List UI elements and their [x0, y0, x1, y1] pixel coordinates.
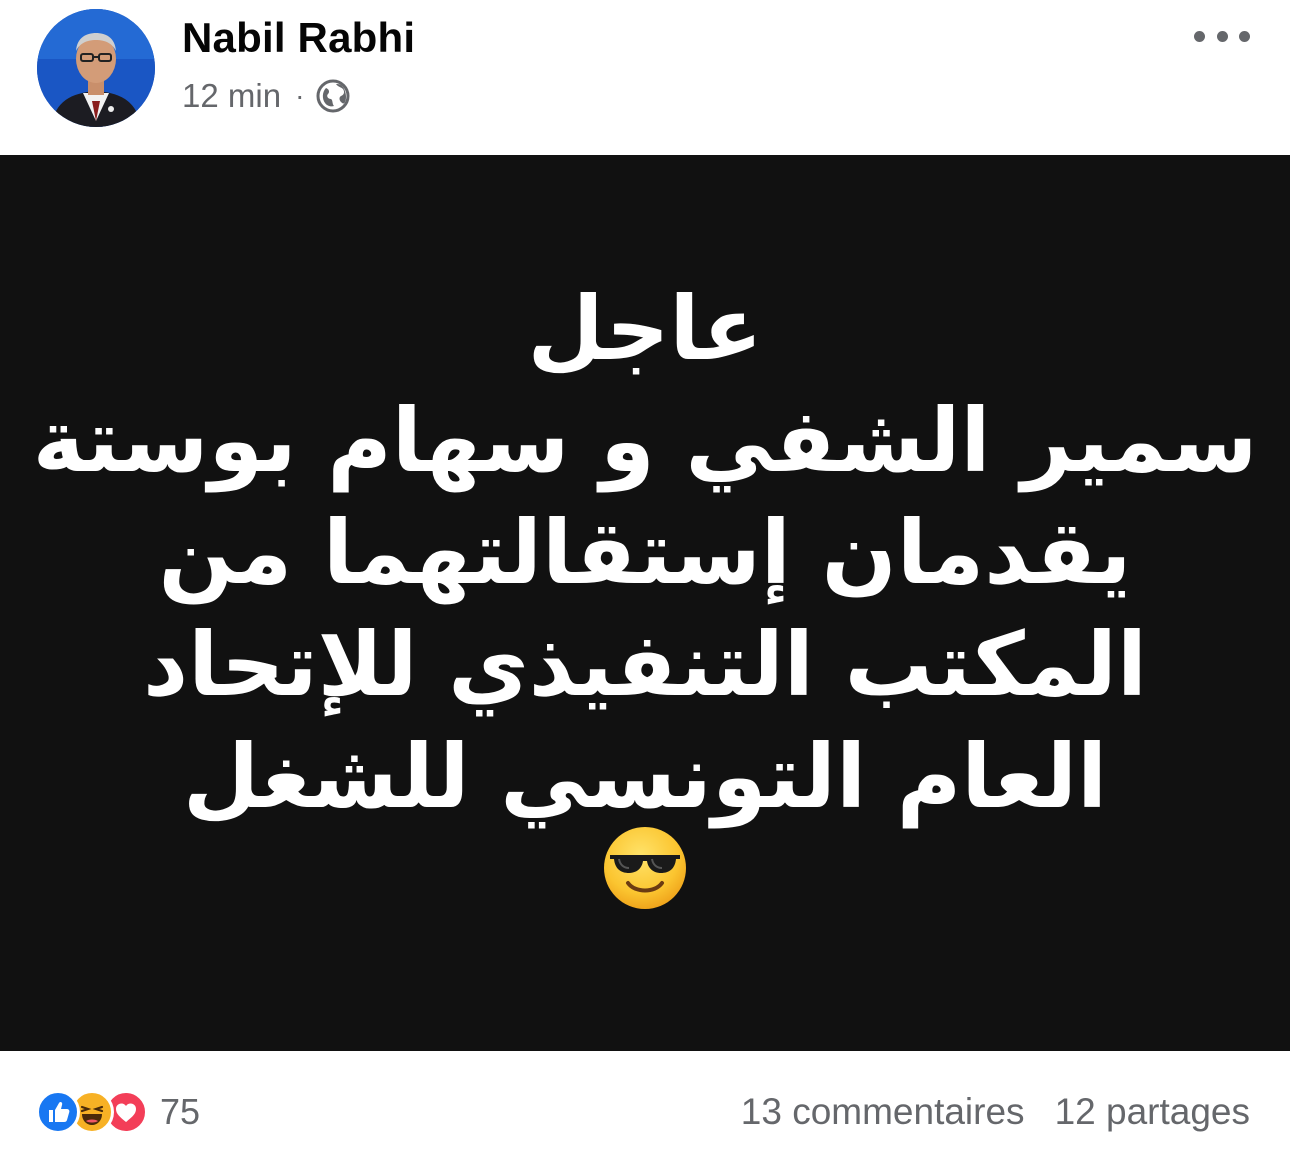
avatar-image: [37, 9, 155, 127]
reactions-summary[interactable]: 75: [36, 1089, 200, 1135]
post-meta: 12 min ·: [182, 76, 350, 116]
post-text-line: العام التونسي للشغل: [182, 725, 1108, 828]
comments-count-link[interactable]: 13 commentaires: [741, 1091, 1025, 1133]
globe-icon: [316, 79, 350, 113]
post-text-line: المكتب التنفيذي للإتحاد: [142, 613, 1148, 716]
post-text-line: عاجل: [527, 277, 763, 380]
avatar[interactable]: [37, 9, 155, 127]
sunglasses-emoji-icon: [604, 827, 686, 909]
more-dot: [1194, 30, 1205, 42]
author-name[interactable]: Nabil Rabhi: [182, 14, 415, 62]
post-text: عاجل سمير الشفي و سهام بوستة يقدمان إستق…: [0, 273, 1290, 833]
shares-count-link[interactable]: 12 partages: [1055, 1091, 1250, 1133]
post-content[interactable]: عاجل سمير الشفي و سهام بوستة يقدمان إستق…: [0, 155, 1290, 1051]
post-footer: 75 13 commentaires 12 partages: [0, 1051, 1290, 1150]
facebook-post: Nabil Rabhi 12 min · عاجل سمير الشفي و س…: [0, 0, 1290, 1150]
post-text-line: يقدمان إستقالتهما من: [158, 501, 1132, 604]
meta-separator: ·: [295, 80, 305, 111]
more-dot: [1239, 30, 1250, 42]
more-dot: [1216, 30, 1228, 42]
more-options-icon[interactable]: [1194, 22, 1250, 50]
post-text-line: سمير الشفي و سهام بوستة: [32, 389, 1258, 492]
like-reaction-icon: [36, 1090, 80, 1134]
post-header: Nabil Rabhi 12 min ·: [0, 0, 1290, 155]
post-stats: 13 commentaires 12 partages: [741, 1089, 1250, 1135]
reaction-count: 75: [160, 1091, 201, 1132]
post-timestamp[interactable]: 12 min: [182, 77, 281, 115]
